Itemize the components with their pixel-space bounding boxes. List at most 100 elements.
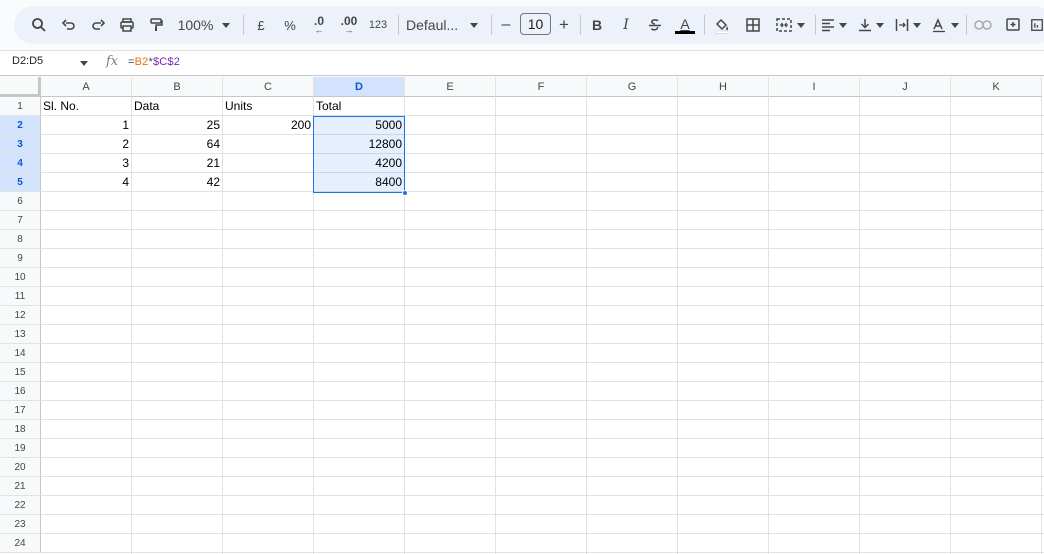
link-icon xyxy=(974,20,992,30)
row-header-14[interactable]: 14 xyxy=(0,344,41,363)
row-header-19[interactable]: 19 xyxy=(0,439,41,458)
spreadsheet-grid[interactable]: ABCDEFGHIJK 1 2 3 4 5 6 7 8 9 10 11 12 13 14 15 16 17 18 1… xyxy=(0,77,1044,554)
row-gridline xyxy=(41,362,1044,363)
column-header-c[interactable]: C xyxy=(223,77,314,97)
row-header-4[interactable]: 4 xyxy=(0,154,41,173)
row-header-13[interactable]: 13 xyxy=(0,325,41,344)
insert-link-button[interactable] xyxy=(972,12,994,38)
row-gridline xyxy=(41,438,1044,439)
search-menu-button[interactable] xyxy=(28,12,50,38)
name-box[interactable]: D2:D5 xyxy=(12,55,43,67)
cell-a2[interactable]: 1 xyxy=(41,116,131,135)
text-rotation-button[interactable] xyxy=(929,12,961,38)
percent-format-button[interactable]: % xyxy=(280,12,300,38)
row-header-18[interactable]: 18 xyxy=(0,420,41,439)
column-header-g[interactable]: G xyxy=(587,77,678,97)
chevron-down-icon xyxy=(913,22,921,28)
chevron-down-icon xyxy=(839,22,847,28)
fill-handle[interactable] xyxy=(402,190,408,196)
column-header-e[interactable]: E xyxy=(405,77,496,97)
row-header-2[interactable]: 2 xyxy=(0,116,41,135)
row-header-8[interactable]: 8 xyxy=(0,230,41,249)
chevron-down-icon xyxy=(222,22,231,28)
row-header-16[interactable]: 16 xyxy=(0,382,41,401)
column-gridline xyxy=(586,97,587,554)
cell-d1[interactable]: Total xyxy=(314,97,404,116)
insert-chart-button[interactable] xyxy=(1030,12,1044,38)
horizontal-align-button[interactable] xyxy=(818,12,850,38)
decrease-font-size-button[interactable]: – xyxy=(497,12,515,38)
row-header-12[interactable]: 12 xyxy=(0,306,41,325)
paint-format-button[interactable] xyxy=(145,12,167,38)
row-header-11[interactable]: 11 xyxy=(0,287,41,306)
column-header-b[interactable]: B xyxy=(132,77,223,97)
increase-font-size-button[interactable]: + xyxy=(555,12,573,38)
column-header-i[interactable]: I xyxy=(769,77,860,97)
column-header-d[interactable]: D xyxy=(314,77,405,97)
column-gridline xyxy=(950,97,951,554)
chevron-down-icon[interactable] xyxy=(80,61,88,66)
cell-b4[interactable]: 21 xyxy=(132,154,222,173)
currency-format-button[interactable]: £ xyxy=(251,12,271,38)
row-gridline xyxy=(41,381,1044,382)
bold-button[interactable]: B xyxy=(587,12,607,38)
cell-b3[interactable]: 64 xyxy=(132,135,222,154)
cell-b2[interactable]: 25 xyxy=(132,116,222,135)
cell-b1[interactable]: Data xyxy=(132,97,222,116)
cell-a1[interactable]: Sl. No. xyxy=(41,97,131,116)
text-color-button[interactable]: A xyxy=(673,12,697,38)
text-wrap-icon xyxy=(895,19,909,31)
row-header-20[interactable]: 20 xyxy=(0,458,41,477)
merge-cells-button[interactable] xyxy=(770,12,810,38)
cell-a4[interactable]: 3 xyxy=(41,154,131,173)
search-icon xyxy=(32,18,46,32)
font-size-input[interactable]: 10 xyxy=(520,13,551,35)
row-header-5[interactable]: 5 xyxy=(0,173,41,192)
add-comment-icon xyxy=(1006,18,1020,31)
row-header-6[interactable]: 6 xyxy=(0,192,41,211)
toolbar-divider xyxy=(580,15,581,35)
italic-button[interactable]: I xyxy=(616,12,636,38)
column-header-a[interactable]: A xyxy=(41,77,132,97)
column-header-j[interactable]: J xyxy=(860,77,951,97)
row-header-17[interactable]: 17 xyxy=(0,401,41,420)
vertical-align-button[interactable] xyxy=(855,12,887,38)
font-family-select[interactable]: Defaul... xyxy=(406,12,482,38)
row-header-24[interactable]: 24 xyxy=(0,534,41,553)
row-header-3[interactable]: 3 xyxy=(0,135,41,154)
insert-comment-button[interactable] xyxy=(1002,12,1024,38)
column-header-f[interactable]: F xyxy=(496,77,587,97)
select-all-corner[interactable] xyxy=(0,77,41,97)
redo-button[interactable] xyxy=(87,12,109,38)
row-gridline xyxy=(41,229,1044,230)
fill-color-button[interactable] xyxy=(711,12,733,38)
decrease-decimal-button[interactable]: .0 ← xyxy=(307,12,331,38)
zoom-select[interactable]: 100% xyxy=(176,12,232,38)
increase-decimal-button[interactable]: .00 → xyxy=(336,12,362,38)
fill-color-icon xyxy=(715,18,729,34)
cell-a3[interactable]: 2 xyxy=(41,135,131,154)
column-header-h[interactable]: H xyxy=(678,77,769,97)
row-header-21[interactable]: 21 xyxy=(0,477,41,496)
column-header-k[interactable]: K xyxy=(951,77,1042,97)
row-header-15[interactable]: 15 xyxy=(0,363,41,382)
cell-c2[interactable]: 200 xyxy=(223,116,313,135)
row-header-1[interactable]: 1 xyxy=(0,97,41,116)
text-wrapping-button[interactable] xyxy=(892,12,924,38)
row-header-10[interactable]: 10 xyxy=(0,268,41,287)
row-header-22[interactable]: 22 xyxy=(0,496,41,515)
formula-prefix: = xyxy=(128,56,135,68)
strikethrough-button[interactable] xyxy=(645,12,665,38)
borders-button[interactable] xyxy=(742,12,764,38)
row-header-23[interactable]: 23 xyxy=(0,515,41,534)
cell-c1[interactable]: Units xyxy=(223,97,313,116)
undo-button[interactable] xyxy=(58,12,80,38)
formula-input[interactable]: =B2*$C$2 xyxy=(128,56,180,68)
row-header-7[interactable]: 7 xyxy=(0,211,41,230)
print-button[interactable] xyxy=(116,12,138,38)
row-header-9[interactable]: 9 xyxy=(0,249,41,268)
cell-b5[interactable]: 42 xyxy=(132,173,222,192)
row-gridline xyxy=(41,476,1044,477)
more-formats-button[interactable]: 123 xyxy=(366,12,390,38)
cell-a5[interactable]: 4 xyxy=(41,173,131,192)
